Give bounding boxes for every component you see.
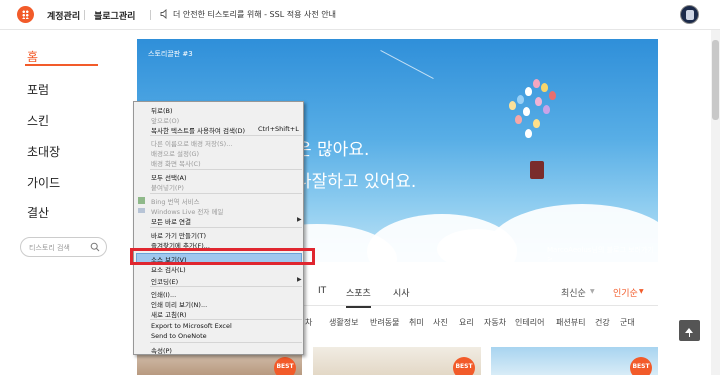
- balloon: [515, 115, 522, 124]
- scroll-to-top-button[interactable]: [679, 320, 700, 341]
- blog-manage-link[interactable]: 블로그관리: [94, 9, 135, 22]
- menu-item-save-background[interactable]: 다른 이름으로 배경 저장(S)...: [151, 138, 232, 148]
- balloon: [549, 91, 556, 100]
- balloon: [541, 83, 548, 92]
- category-item[interactable]: 패션뷰티: [556, 317, 585, 328]
- tab-current-affairs[interactable]: 시사: [393, 286, 410, 299]
- balloon: [523, 107, 530, 116]
- menu-item-inspect-element[interactable]: 요소 검사(L): [151, 264, 186, 274]
- balloon: [525, 87, 532, 96]
- speaker-icon: [160, 9, 167, 19]
- menu-item-set-background[interactable]: 배경으로 설정(G): [151, 148, 199, 158]
- search-placeholder: 티스토리 검색: [29, 244, 70, 252]
- menu-item-forward[interactable]: 앞으로(O): [151, 115, 179, 125]
- category-item[interactable]: 자동차: [484, 317, 506, 328]
- plane-trail: [380, 49, 434, 80]
- menu-item-print-preview[interactable]: 인쇄 미리 보기(N)...: [151, 299, 207, 309]
- nav-forum[interactable]: 포럼: [27, 81, 49, 98]
- menu-item-export-excel[interactable]: Export to Microsoft Excel: [151, 322, 232, 330]
- best-badge: BEST: [453, 357, 475, 375]
- sort-popular[interactable]: 인기순: [613, 286, 638, 299]
- tab-it[interactable]: IT: [318, 286, 326, 296]
- menu-separator: [150, 319, 302, 320]
- best-badge: BEST: [274, 357, 296, 375]
- search-icon[interactable]: [90, 242, 100, 252]
- tab-divider: [300, 305, 658, 306]
- shortcut-label: Ctrl+Shift+L: [258, 125, 299, 133]
- category-item[interactable]: 취미: [409, 317, 424, 328]
- menu-separator: [150, 135, 302, 136]
- divider: [150, 10, 151, 20]
- chevron-down-icon: ▼: [590, 288, 595, 295]
- category-item[interactable]: 인테리어: [515, 317, 544, 328]
- scrollbar-thumb[interactable]: [712, 40, 719, 120]
- menu-item-print[interactable]: 인쇄(I)...: [151, 289, 176, 299]
- sort-latest[interactable]: 최신순: [561, 286, 586, 299]
- category-item[interactable]: 요리: [459, 317, 474, 328]
- top-bar: 계정관리 블로그관리 더 안전한 티스토리를 위해 - SSL 적용 사전 안내: [0, 0, 720, 30]
- menu-separator: [150, 286, 302, 287]
- notice-link[interactable]: 더 안전한 티스토리를 위해 - SSL 적용 사전 안내: [173, 9, 336, 20]
- category-item[interactable]: 사진: [433, 317, 448, 328]
- banner-blog-link[interactable]: MarcoAeolus님의 블로그 보러가기 >: [547, 245, 658, 262]
- balloon: [509, 101, 516, 110]
- nav-active-underline: [25, 64, 98, 66]
- balloon: [517, 95, 524, 104]
- divider: [84, 10, 85, 20]
- category-item[interactable]: 군대: [620, 317, 635, 328]
- menu-item-all-accelerators[interactable]: 모든 바로 연결: [151, 216, 191, 226]
- menu-item-bing-translate[interactable]: Bing 번역 서비스: [151, 196, 200, 206]
- bing-translate-icon: [138, 197, 145, 204]
- banner-headline-1: 은 많아요.: [296, 140, 370, 160]
- menu-item-windows-live-mail[interactable]: Windows Live 전자 메일: [151, 206, 223, 216]
- chevron-down-icon: ▼: [639, 288, 644, 295]
- post-card[interactable]: BEST: [491, 347, 658, 375]
- balloon: [543, 105, 550, 114]
- menu-item-create-shortcut[interactable]: 바로 가기 만들기(T): [151, 230, 206, 240]
- menu-item-select-all[interactable]: 모두 선택(A): [151, 172, 187, 182]
- nav-guide[interactable]: 가이드: [27, 174, 60, 191]
- submenu-arrow-icon: ▶: [297, 216, 302, 223]
- banner-headline-2: 나잘하고 있어요.: [296, 172, 417, 192]
- menu-separator: [150, 342, 302, 343]
- avatar[interactable]: [680, 5, 699, 24]
- nav-invite[interactable]: 초대장: [27, 143, 60, 160]
- balloon: [535, 97, 542, 106]
- category-item[interactable]: 반려동물: [370, 317, 399, 328]
- balloon-basket: [530, 161, 544, 179]
- category-item[interactable]: 차: [305, 317, 312, 328]
- menu-item-back[interactable]: 뒤로(B): [151, 105, 173, 115]
- balloon: [533, 79, 540, 88]
- menu-item-copy-background[interactable]: 배경 화면 복사(C): [151, 158, 201, 168]
- balloon: [525, 129, 532, 138]
- nav-stats[interactable]: 결산: [27, 204, 49, 221]
- best-badge: BEST: [630, 357, 652, 375]
- nav-home[interactable]: 홈: [27, 48, 38, 65]
- account-link[interactable]: 계정관리: [47, 9, 80, 22]
- menu-item-send-onenote[interactable]: Send to OneNote: [151, 332, 207, 340]
- context-menu: 뒤로(B) 앞으로(O) 복사한 텍스트를 사용하여 검색(D) Ctrl+Sh…: [133, 101, 304, 355]
- tistory-logo-icon[interactable]: [17, 6, 34, 23]
- menu-item-refresh[interactable]: 새로 고침(R): [151, 309, 187, 319]
- cloud: [437, 229, 517, 262]
- menu-separator: [150, 169, 302, 170]
- submenu-arrow-icon: ▶: [297, 276, 302, 283]
- menu-item-encoding[interactable]: 인코딩(E): [151, 276, 178, 286]
- banner-tag: 스토리끌판 #3: [148, 50, 193, 58]
- menu-separator: [150, 193, 302, 194]
- nav-skin[interactable]: 스킨: [27, 112, 49, 129]
- category-item[interactable]: 생활정보: [329, 317, 358, 328]
- category-item[interactable]: 건강: [595, 317, 610, 328]
- balloon: [533, 119, 540, 128]
- search-input[interactable]: 티스토리 검색: [20, 237, 107, 257]
- menu-separator: [150, 227, 302, 228]
- menu-item-search-copied[interactable]: 복사한 텍스트를 사용하여 검색(D): [151, 125, 245, 135]
- mail-icon: [138, 208, 145, 213]
- menu-item-paste[interactable]: 붙여넣기(P): [151, 182, 184, 192]
- post-card[interactable]: BEST: [313, 347, 481, 375]
- menu-item-properties[interactable]: 속성(P): [151, 345, 172, 355]
- highlight-annotation-box: [130, 248, 315, 265]
